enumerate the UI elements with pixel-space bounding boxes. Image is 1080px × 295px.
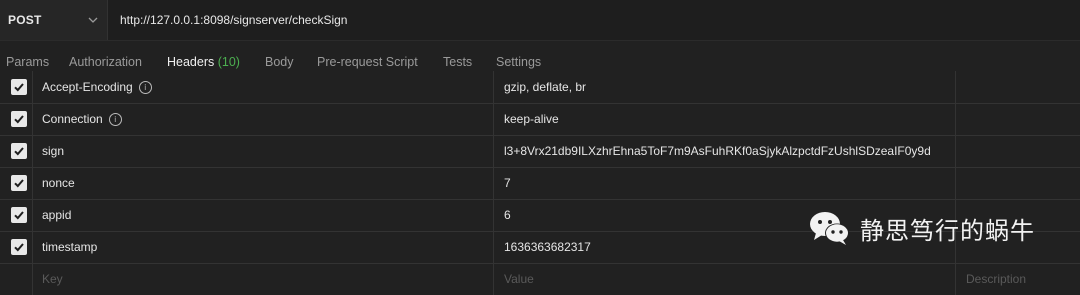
header-value[interactable]: gzip, deflate, br	[494, 71, 956, 103]
table-row: nonce 7	[0, 167, 1080, 200]
wechat-logo	[810, 212, 849, 245]
checkbox-checked-icon[interactable]	[11, 239, 27, 255]
header-key-text: sign	[42, 144, 65, 158]
table-row: sign l3+8Vrx21db9ILXzhrEhna5ToF7m9AsFuhR…	[0, 135, 1080, 168]
row-checkbox-cell	[0, 231, 33, 263]
header-key[interactable]: appid	[32, 199, 494, 231]
row-checkbox-cell	[0, 167, 33, 199]
checkbox-checked-icon[interactable]	[11, 143, 27, 159]
table-row-new: Key Value Description	[0, 263, 1080, 295]
row-checkbox-cell	[0, 135, 33, 167]
checkbox-checked-icon[interactable]	[11, 175, 27, 191]
checkbox-checked-icon[interactable]	[11, 207, 27, 223]
header-key-text: Accept-Encoding	[42, 80, 133, 94]
header-key-text: appid	[42, 208, 72, 222]
header-description[interactable]	[956, 103, 1080, 135]
table-row: Connection i keep-alive	[0, 103, 1080, 136]
header-value[interactable]: keep-alive	[494, 103, 956, 135]
new-key-input[interactable]: Key	[32, 263, 494, 295]
header-description[interactable]	[956, 167, 1080, 199]
header-value[interactable]: 7	[494, 167, 956, 199]
header-key[interactable]: timestamp	[32, 231, 494, 263]
row-checkbox-cell	[0, 199, 33, 231]
header-key[interactable]: nonce	[32, 167, 494, 199]
header-key[interactable]: sign	[32, 135, 494, 167]
url-input[interactable]: http://127.0.0.1:8098/signserver/checkSi…	[108, 0, 1080, 40]
request-bar: POST http://127.0.0.1:8098/signserver/ch…	[0, 0, 1080, 41]
header-key-text: nonce	[42, 176, 75, 190]
info-icon[interactable]: i	[138, 80, 152, 94]
tab-headers-count: (10)	[217, 55, 240, 69]
header-key[interactable]: Accept-Encoding i	[32, 71, 494, 103]
info-icon[interactable]: i	[108, 112, 122, 126]
header-description[interactable]	[956, 71, 1080, 103]
watermark: 静思笃行的蜗牛	[808, 206, 1035, 250]
tab-headers-label: Headers	[167, 55, 215, 69]
chevron-down-icon	[88, 17, 98, 23]
watermark-text: 静思笃行的蜗牛	[860, 216, 1035, 245]
row-checkbox-cell	[0, 71, 33, 103]
header-description[interactable]	[956, 135, 1080, 167]
row-checkbox-cell	[0, 263, 33, 295]
header-value[interactable]: l3+8Vrx21db9ILXzhrEhna5ToF7m9AsFuhRKf0aS…	[494, 135, 956, 167]
header-key-text: timestamp	[42, 240, 98, 254]
table-row: Accept-Encoding i gzip, deflate, br	[0, 71, 1080, 104]
method-label: POST	[8, 13, 42, 27]
new-description-input[interactable]: Description	[956, 263, 1080, 295]
new-value-input[interactable]: Value	[494, 263, 956, 295]
header-key[interactable]: Connection i	[32, 103, 494, 135]
header-key-text: Connection	[42, 112, 103, 126]
checkbox-checked-icon[interactable]	[11, 111, 27, 127]
checkbox-checked-icon[interactable]	[11, 79, 27, 95]
method-select[interactable]: POST	[0, 0, 108, 40]
row-checkbox-cell	[0, 103, 33, 135]
